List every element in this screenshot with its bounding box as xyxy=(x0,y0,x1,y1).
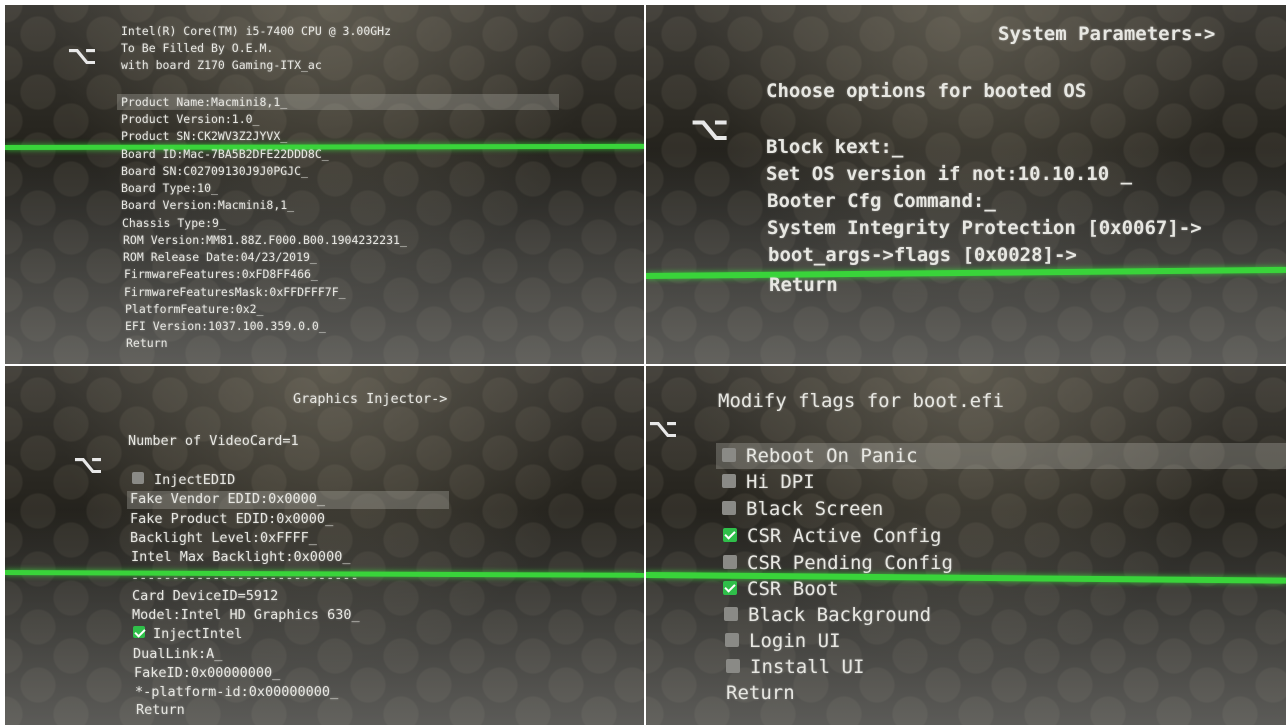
smbios-panel: ⌥ Intel(R) Core(TM) i5-7400 CPU @ 3.00GH… xyxy=(5,5,644,364)
menu-item[interactable]: FirmwareFeaturesMask:0xFFDFFF7F_ xyxy=(124,284,346,301)
inject-intel-toggle[interactable]: InjectIntel xyxy=(133,625,242,644)
checkbox-icon xyxy=(722,447,736,462)
option-key-icon: ⌥ xyxy=(73,450,103,480)
boot-flags-panel: ⌥ Modify flags for boot.efi Reboot On Pa… xyxy=(646,366,1286,725)
option-key-icon: ⌥ xyxy=(648,414,678,444)
return-item[interactable]: Return xyxy=(726,680,795,707)
option-key-icon: ⌥ xyxy=(690,109,730,149)
menu-item[interactable]: Fake Vendor EDID:0x0000_ xyxy=(130,490,325,509)
inject-edid-toggle[interactable]: InjectEDID xyxy=(132,471,235,490)
menu-item[interactable]: DualLink:A_ xyxy=(133,645,222,664)
return-item[interactable]: Return xyxy=(769,272,838,299)
menu-item[interactable]: *-platform-id:0x00000000_ xyxy=(135,683,338,702)
menu-item: Card DeviceID=5912 xyxy=(132,588,279,604)
checkbox-checked-icon xyxy=(723,580,737,595)
checkbox-icon xyxy=(724,606,738,621)
menu-item[interactable]: Board SN:C02709130J9J0PGJC_ xyxy=(121,163,308,180)
checkbox-icon xyxy=(726,658,740,673)
checkbox-icon xyxy=(132,472,144,484)
checkbox-icon xyxy=(722,500,736,515)
menu-item[interactable]: Board Version:Macmini8,1_ xyxy=(121,197,294,214)
menu-item[interactable]: Board Type:10_ xyxy=(121,180,218,197)
system-parameters-panel: System Parameters-> Choose options for b… xyxy=(646,5,1286,364)
checkbox-checked-icon xyxy=(133,626,145,638)
separator: ---------------------------- xyxy=(131,570,359,586)
section-heading: Choose options for booted OS xyxy=(766,80,1087,102)
menu-item[interactable]: Chassis Type:9_ xyxy=(122,215,226,232)
menu-item[interactable]: Board ID:Mac-7BA5B2DFE22DDD8C_ xyxy=(121,146,329,163)
return-item[interactable]: Return xyxy=(126,335,168,352)
checkbox-icon xyxy=(725,632,739,647)
menu-item[interactable]: Set OS version if not:10.10.10 _ xyxy=(766,161,1132,188)
menu-item[interactable]: Backlight Level:0xFFFF_ xyxy=(130,529,317,548)
menu-item[interactable]: Intel Max Backlight:0x0000_ xyxy=(131,548,350,567)
hexagon-background xyxy=(5,366,644,725)
menu-item[interactable]: ROM Release Date:04/23/2019_ xyxy=(123,249,317,266)
menu-item[interactable]: Product Name:Macmini8,1_ xyxy=(121,94,287,111)
flag-install-ui[interactable]: Install UI xyxy=(726,654,864,681)
flag-csr-pending-config[interactable]: CSR Pending Config xyxy=(723,550,953,577)
board-info: with board Z170 Gaming-ITX_ac xyxy=(121,58,322,72)
checkbox-icon xyxy=(722,473,736,488)
videocard-count: Number of VideoCard=1 xyxy=(128,433,299,449)
hexagon-background xyxy=(5,5,644,364)
menu-item[interactable]: Model:Intel HD Graphics 630_ xyxy=(132,606,360,625)
menu-item[interactable]: Fake Product EDID:0x0000_ xyxy=(130,510,333,529)
page-title: Graphics Injector-> xyxy=(293,391,448,407)
flag-hi-dpi[interactable]: Hi DPI xyxy=(722,469,815,496)
page-title: Modify flags for boot.efi xyxy=(718,390,1004,412)
flag-login-ui[interactable]: Login UI xyxy=(725,628,841,655)
flag-reboot-on-panic[interactable]: Reboot On Panic xyxy=(722,443,918,470)
menu-item[interactable]: ROM Version:MM81.88Z.F000.B00.1904232231… xyxy=(123,232,407,249)
menu-item[interactable]: Booter Cfg Command:_ xyxy=(767,188,996,215)
flag-black-background[interactable]: Black Background xyxy=(724,602,931,629)
menu-item[interactable]: Block kext:_ xyxy=(766,134,903,161)
option-key-icon: ⌥ xyxy=(67,41,97,71)
menu-item[interactable]: Product SN:CK2WV3Z2JYVX_ xyxy=(121,128,287,145)
cpu-info: Intel(R) Core(TM) i5-7400 CPU @ 3.00GHz xyxy=(121,24,392,38)
menu-item[interactable]: boot_args->flags [0x0028]-> xyxy=(768,242,1077,269)
page-title: System Parameters-> xyxy=(998,23,1216,45)
graphics-injector-panel: Graphics Injector-> Number of VideoCard=… xyxy=(5,366,644,725)
menu-item[interactable]: FakeID:0x00000000_ xyxy=(134,664,280,683)
return-item[interactable]: Return xyxy=(136,701,185,720)
menu-item[interactable]: System Integrity Protection [0x0067]-> xyxy=(767,215,1202,242)
flag-csr-boot[interactable]: CSR Boot xyxy=(723,576,839,603)
menu-item[interactable]: FirmwareFeatures:0xFD8FF466_ xyxy=(124,266,318,283)
menu-item[interactable]: EFI Version:1037.100.359.0.0_ xyxy=(125,318,326,335)
flag-black-screen[interactable]: Black Screen xyxy=(722,496,883,523)
menu-item[interactable]: PlatformFeature:0x2_ xyxy=(125,301,263,318)
checkbox-checked-icon xyxy=(723,527,737,542)
oem-info: To Be Filled By O.E.M. xyxy=(121,41,274,55)
flag-csr-active-config[interactable]: CSR Active Config xyxy=(723,523,941,550)
menu-item[interactable]: Product Version:1.0_ xyxy=(121,111,259,128)
checkbox-icon xyxy=(723,554,737,569)
